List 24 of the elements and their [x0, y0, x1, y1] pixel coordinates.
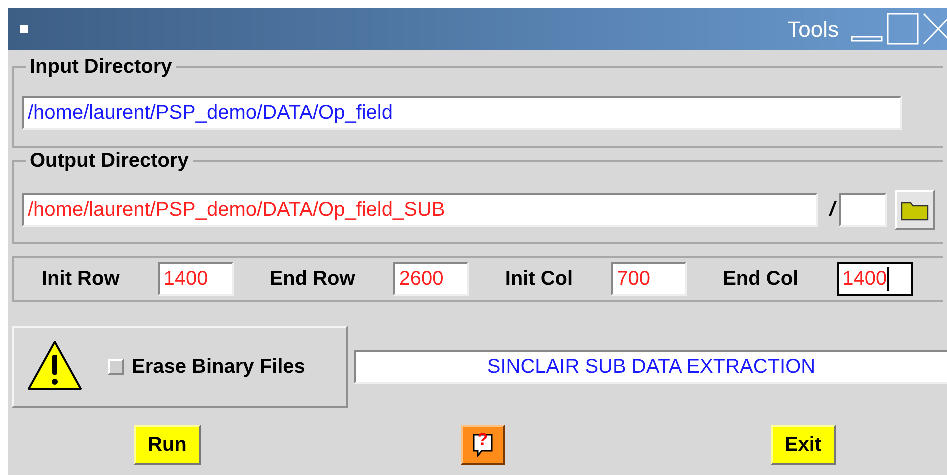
window-title: Tools: [788, 16, 839, 44]
action-button[interactable]: Exit: [770, 425, 836, 465]
range-field[interactable]: 700: [611, 262, 688, 296]
output-directory-field[interactable]: /home/laurent/PSP_demo/DATA/Op_field_SUB: [22, 193, 818, 227]
range-label: End Col: [723, 267, 799, 292]
path-separator: /: [830, 198, 836, 223]
range-field[interactable]: 2600: [393, 262, 470, 296]
close-icon[interactable]: [923, 13, 947, 45]
browse-folder-button[interactable]: [895, 190, 935, 230]
maximize-icon[interactable]: [887, 13, 919, 45]
help-icon: [472, 433, 494, 457]
help-button[interactable]: ?: [460, 425, 505, 465]
input-directory-field[interactable]: /home/laurent/PSP_demo/DATA/Op_field: [22, 96, 902, 130]
range-label: Init Col: [505, 267, 574, 292]
action-button[interactable]: Run: [134, 425, 201, 465]
range-label: Init Row: [42, 267, 120, 292]
range-label: End Row: [270, 267, 356, 292]
suffix-field[interactable]: [839, 193, 888, 227]
range-field[interactable]: 1400: [158, 262, 234, 296]
checkbox-label: Erase Binary Files: [132, 355, 306, 380]
range-field[interactable]: 1400: [836, 262, 913, 296]
erase-checkbox[interactable]: [108, 359, 124, 375]
status-text: SINCLAIR SUB DATA EXTRACTION: [354, 350, 947, 384]
text-cursor: [887, 267, 890, 291]
